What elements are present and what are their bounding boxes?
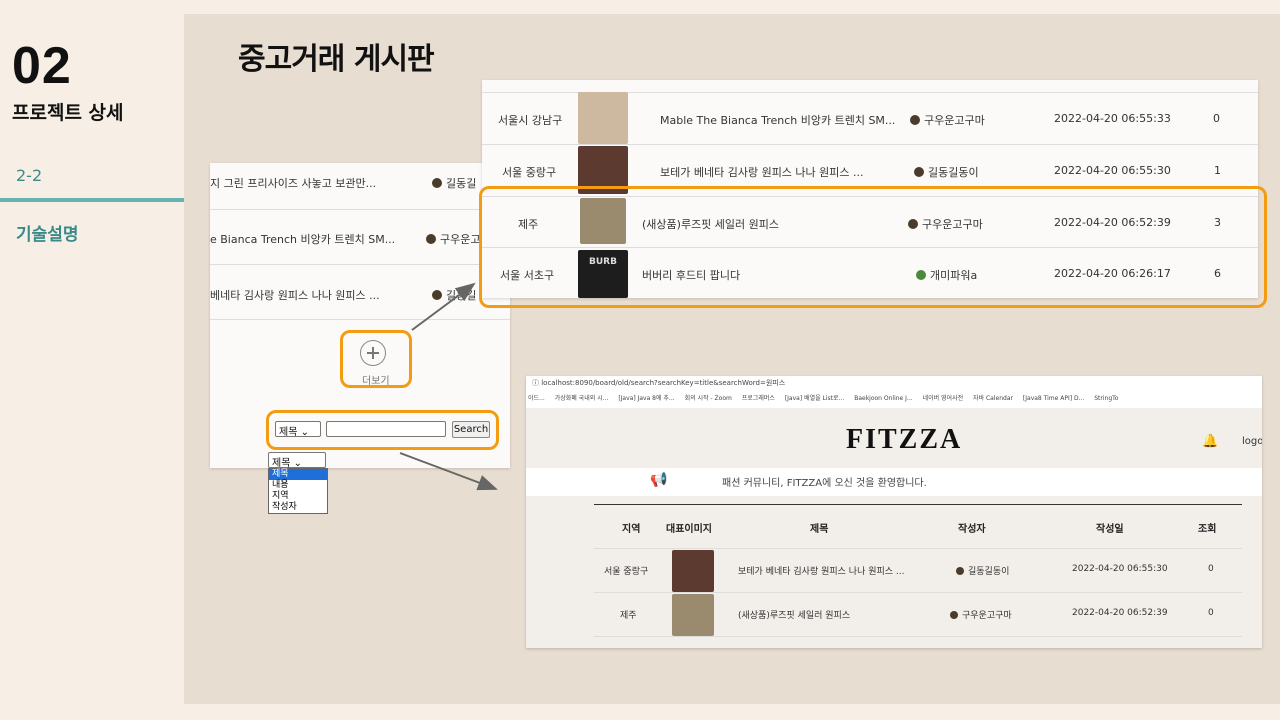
highlight-more — [340, 330, 412, 388]
row-views: 0 — [1208, 608, 1214, 618]
row-author: 구우운고구마 — [910, 112, 985, 128]
slide-number: 02 — [12, 37, 72, 95]
bookmark-item[interactable]: [Java8 Time API] D... — [1023, 395, 1084, 402]
column-header-image: 대표이미지 — [666, 524, 712, 535]
column-header-views: 조회 — [1198, 524, 1217, 535]
row-region: 서울시 강남구 — [498, 114, 563, 127]
bookmark-item[interactable]: 가상화폐 국내외 시... — [555, 395, 609, 402]
url-text: localhost:8090/board/old/search?searchKe… — [541, 379, 786, 387]
list-item-author: 길동길 — [432, 175, 476, 191]
avatar — [950, 611, 958, 619]
option-author[interactable]: 작성자 — [269, 502, 327, 513]
bookmark-item[interactable]: 프로그래머스 — [742, 395, 775, 402]
avatar — [426, 234, 436, 244]
row-author: 길동길동이 — [956, 564, 1009, 577]
row-author: 구우운고구마 — [950, 608, 1012, 621]
avatar — [910, 115, 920, 125]
option-title[interactable]: 제목 — [269, 469, 327, 480]
section-number: 2-2 — [16, 166, 43, 185]
section-title: 기술설명 — [16, 225, 79, 245]
slide-sidebar: 02 프로젝트 상세 2-2 기술설명 — [0, 0, 184, 720]
option-content[interactable]: 내용 — [269, 480, 327, 491]
bookmark-item[interactable]: [Java] Java 8에 추... — [618, 395, 674, 402]
bookmark-item[interactable]: StringTo — [1094, 395, 1118, 402]
search-key-options: 제목 내용 지역 작성자 — [268, 468, 328, 514]
row-views: 0 — [1213, 112, 1220, 125]
row-title[interactable]: (새상품)루즈핏 세일러 원피스 — [738, 608, 850, 621]
browser-window: ⓘ localhost:8090/board/old/search?search… — [526, 376, 1262, 648]
bookmarks-bar: 이드... 가상화폐 국내외 시... [Java] Java 8에 추... … — [526, 390, 1262, 409]
list-item-author: 길동길 — [432, 287, 476, 303]
highlight-new-rows — [479, 186, 1267, 308]
avatar — [914, 167, 924, 177]
bookmark-item[interactable]: 자바 Calendar — [973, 395, 1013, 402]
row-views: 1 — [1214, 164, 1221, 177]
list-item-title[interactable]: 베네타 김사랑 원피스 나나 원피스 ... — [210, 287, 380, 303]
row-title[interactable]: Mable The Bianca Trench 비앙카 트렌치 SM... — [660, 112, 895, 128]
bell-icon[interactable]: 🔔 — [1202, 434, 1218, 449]
highlight-search — [266, 410, 499, 450]
column-header-region: 지역 — [622, 524, 641, 535]
bookmark-item[interactable]: 네이버 영어사전 — [923, 395, 964, 402]
row-title[interactable]: 보테가 베네타 김사랑 원피스 나나 원피스 ... — [738, 564, 905, 577]
row-title[interactable]: 보테가 베네타 김사랑 원피스 나나 원피스 ... — [660, 164, 864, 180]
row-author: 길동길동이 — [914, 164, 979, 180]
avatar — [432, 178, 442, 188]
list-item-title[interactable]: 지 그린 프리사이즈 사놓고 보관만... — [210, 175, 376, 191]
column-header-date: 작성일 — [1096, 524, 1124, 535]
row-date: 2022-04-20 06:55:30 — [1072, 564, 1168, 574]
column-header-author: 작성자 — [958, 524, 986, 535]
site-logo[interactable]: FITZZA — [846, 424, 962, 456]
address-bar[interactable]: ⓘ localhost:8090/board/old/search?search… — [526, 376, 1262, 390]
bookmark-item[interactable]: [Java] 배열을 List로... — [785, 395, 844, 402]
list-item-title[interactable]: e Bianca Trench 비앙카 트렌치 SM... — [210, 231, 395, 247]
option-region[interactable]: 지역 — [269, 491, 327, 502]
avatar — [432, 290, 442, 300]
bookmark-item[interactable]: 이드... — [528, 395, 545, 402]
slide-subtitle: 프로젝트 상세 — [12, 102, 124, 124]
bookmark-item[interactable]: 회의 시작 - Zoom — [685, 395, 732, 402]
logout-link[interactable]: logo — [1242, 436, 1262, 447]
row-date: 2022-04-20 06:55:33 — [1054, 112, 1171, 125]
row-region: 서울 중랑구 — [502, 166, 557, 179]
row-date: 2022-04-20 06:55:30 — [1054, 164, 1171, 177]
row-region: 서울 중랑구 — [604, 567, 649, 577]
row-date: 2022-04-20 06:52:39 — [1072, 608, 1168, 618]
board-title: 중고거래 게시판 — [238, 42, 435, 77]
section-divider — [0, 198, 184, 202]
row-views: 0 — [1208, 564, 1214, 574]
notice-text: 패션 커뮤니티, FITZZA에 오신 것을 환영합니다. — [722, 478, 927, 489]
bookmark-item[interactable]: Baekjoon Online J... — [854, 395, 912, 402]
avatar — [956, 567, 964, 575]
megaphone-icon: 📢 — [650, 472, 668, 488]
column-header-title: 제목 — [810, 524, 829, 535]
thumbnail-image[interactable] — [672, 550, 714, 592]
row-region: 제주 — [620, 611, 637, 621]
search-key-select-open[interactable]: 제목 ⌄ — [268, 452, 326, 469]
thumbnail-image[interactable] — [672, 594, 714, 636]
thumbnail-image[interactable] — [578, 92, 628, 144]
list-item-author: 구우운고 — [426, 231, 480, 247]
